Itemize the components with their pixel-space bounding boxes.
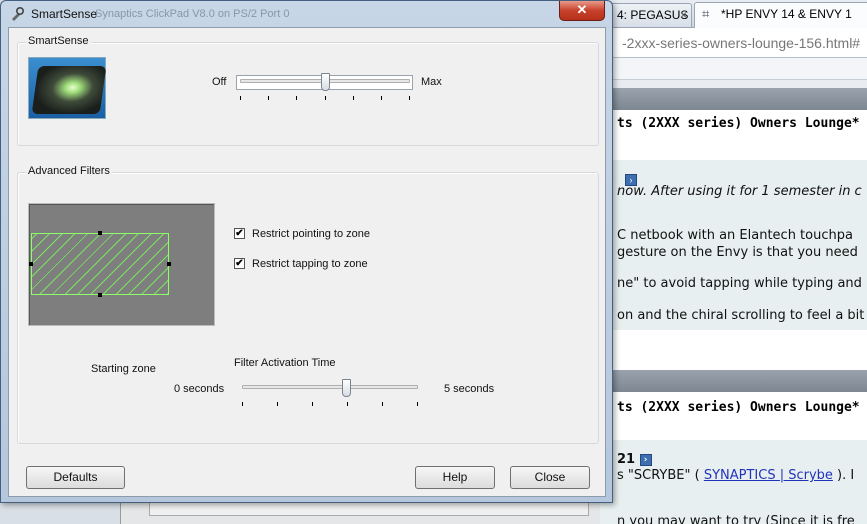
- slider-tick: [347, 402, 348, 406]
- post-text-segment: s "SCRYBE" (: [617, 468, 700, 483]
- slider-tick: [296, 96, 297, 100]
- slider-tick: [382, 402, 383, 406]
- slider-tick: [277, 402, 278, 406]
- starting-zone-area[interactable]: [29, 231, 171, 297]
- tab-label: *HP ENVY 14 & ENVY 1: [721, 7, 852, 21]
- smartsense-dialog: SmartSense Synaptics ClickPad V8.0 on PS…: [0, 0, 613, 503]
- tab-close-icon[interactable]: ×: [680, 4, 687, 26]
- post-text-segment: ). I: [837, 468, 855, 483]
- zone-caption: Starting zone: [91, 363, 156, 375]
- address-text: -2xxx-series-owners-lounge-156.html#: [622, 35, 861, 51]
- address-bar[interactable]: -2xxx-series-owners-lounge-156.html#: [600, 28, 867, 58]
- post-text: ne" to avoid tapping while typing and: [617, 276, 862, 291]
- post-header-bar: [600, 88, 867, 110]
- forum-icon: ⌗: [702, 6, 710, 21]
- activation-time-title: Filter Activation Time: [234, 357, 336, 369]
- post-title[interactable]: ts (2XXX series) Owners Lounge*: [617, 400, 860, 415]
- touchpad-preview-image: [28, 57, 107, 119]
- slider-track: [242, 385, 418, 389]
- touchpad-settings-icon: [9, 6, 25, 22]
- activation-min-label: 0 seconds: [174, 383, 225, 395]
- touchpad-zone-map: [28, 203, 215, 326]
- slider-tick: [268, 96, 269, 100]
- zone-handle[interactable]: [167, 262, 171, 266]
- dialog-titlebar[interactable]: SmartSense Synaptics ClickPad V8.0 on PS…: [1, 1, 612, 27]
- browser-toolbar: [600, 58, 867, 80]
- slider-tick: [325, 96, 326, 100]
- slider-tick: [381, 96, 382, 100]
- slider-thumb[interactable]: [321, 73, 330, 91]
- post-title[interactable]: ts (2XXX series) Owners Lounge*: [617, 116, 860, 131]
- slider-thumb[interactable]: [342, 379, 351, 397]
- zone-handle[interactable]: [98, 293, 102, 297]
- restrict-pointing-checkbox[interactable]: ✔: [234, 228, 245, 239]
- forum-page: ts (2XXX series) Owners Lounge* › now. A…: [600, 88, 867, 524]
- slider-min-label: Off: [212, 76, 227, 88]
- browser-toolbar-strip: [600, 80, 867, 88]
- post-header-bar: [600, 370, 867, 392]
- group-label: Advanced Filters: [26, 165, 112, 177]
- close-icon: ✕: [576, 2, 588, 17]
- smartsense-slider[interactable]: [240, 73, 410, 103]
- check-icon: ✔: [235, 228, 244, 239]
- check-icon: ✔: [235, 258, 244, 269]
- post-text: gesture on the Envy is that you need: [617, 245, 858, 260]
- slider-tick: [242, 402, 243, 406]
- scrybe-link[interactable]: SYNAPTICS | Scrybe: [704, 468, 833, 483]
- dialog-title: SmartSense: [31, 7, 98, 21]
- browser-tab-pegasus[interactable]: 4: PEGASUS ×: [610, 3, 692, 27]
- close-button[interactable]: Close: [510, 466, 590, 489]
- slider-tick: [240, 96, 241, 100]
- post-text: s "SCRYBE" ( SYNAPTICS | Scrybe ). I: [617, 468, 854, 483]
- window-close-button[interactable]: ✕: [559, 1, 605, 21]
- activation-max-label: 5 seconds: [444, 383, 495, 395]
- restrict-tapping-label[interactable]: Restrict tapping to zone: [252, 258, 368, 270]
- slider-max-label: Max: [421, 76, 442, 88]
- post-text: n you may want to try (Since it is fre: [617, 514, 855, 524]
- post-link-icon[interactable]: ›: [639, 453, 652, 466]
- slider-tick: [353, 96, 354, 100]
- defaults-button[interactable]: Defaults: [26, 466, 125, 489]
- post-text: now. After using it for 1 semester in c: [617, 184, 862, 199]
- post-number-text: 21: [617, 452, 636, 467]
- slider-tick: [417, 402, 418, 406]
- restrict-tapping-checkbox[interactable]: ✔: [234, 258, 245, 269]
- activation-time-slider[interactable]: [242, 377, 418, 407]
- post-text: C netbook with an Elantech touchpa: [617, 228, 853, 243]
- slider-tick: [409, 96, 410, 100]
- tab-label: 4: PEGASUS: [617, 8, 689, 22]
- advanced-filters-group: Advanced Filters Starting zone ✔ Restric…: [17, 165, 599, 444]
- slider-tick: [312, 402, 313, 406]
- dialog-client: SmartSense Off Max Advanced Filters Star…: [8, 27, 606, 497]
- post-number: 21 ›: [617, 452, 652, 467]
- zone-handle[interactable]: [98, 231, 102, 235]
- dialog-title-ghost: Synaptics ClickPad V8.0 on PS/2 Port 0: [95, 8, 290, 20]
- restrict-pointing-label[interactable]: Restrict pointing to zone: [252, 228, 370, 240]
- help-button[interactable]: Help: [415, 466, 495, 489]
- group-label: SmartSense: [26, 35, 91, 47]
- smartsense-group: SmartSense Off Max: [17, 35, 599, 146]
- post-text: on and the chiral scrolling to feel a bi…: [617, 308, 865, 323]
- zone-handle[interactable]: [29, 262, 33, 266]
- browser-tab-hp-envy[interactable]: ⌗ *HP ENVY 14 & ENVY 1: [694, 2, 867, 28]
